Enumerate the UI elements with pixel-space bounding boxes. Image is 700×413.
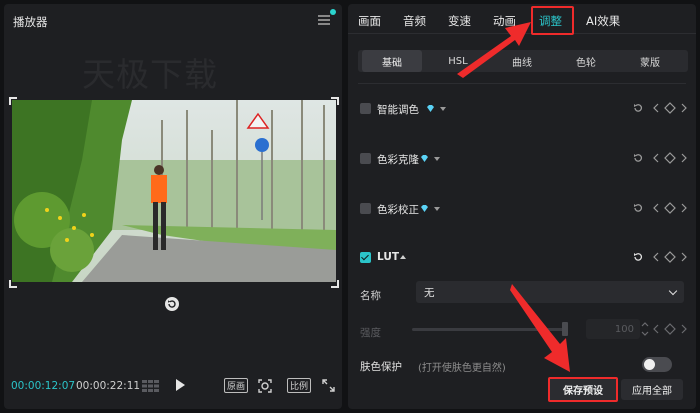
apply-all-button[interactable]: 应用全部 — [621, 379, 683, 400]
keyframe-icon[interactable] — [653, 102, 687, 114]
label-color-clone: 色彩克隆 — [377, 154, 419, 166]
chevron-down-icon[interactable] — [434, 157, 440, 161]
skin-protect-hint: (打开使肤色更自然) — [418, 363, 506, 374]
play-icon[interactable] — [176, 379, 185, 391]
watermark-text: 天极下载 — [82, 55, 218, 94]
subtab-basic[interactable]: 基础 — [362, 50, 422, 72]
crop-corner-bl[interactable] — [9, 280, 17, 288]
label-color-correct: 色彩校正 — [377, 204, 419, 216]
reset-icon[interactable] — [632, 102, 644, 114]
menu-icon[interactable] — [318, 15, 330, 25]
skin-protect-label: 肤色保护 — [360, 361, 402, 373]
strength-input[interactable]: 100 — [586, 319, 640, 339]
tab-ai-effects[interactable]: AI效果 — [586, 13, 620, 29]
crop-corner-tl[interactable] — [9, 97, 17, 105]
row-smart-color: 智能调色 — [360, 100, 687, 118]
player-controls: 00:00:12:07 00:00:22:11 原画 比例 — [4, 374, 342, 400]
diamond-icon — [427, 105, 434, 112]
checkbox-lut[interactable] — [360, 252, 371, 263]
editor-window: 播放器 天极下载 00:00:12:07 00:00:22:11 原画 比例 画… — [0, 0, 700, 413]
divider — [358, 83, 686, 84]
timecode-total: 00:00:22:11 — [76, 380, 141, 392]
checkbox-color-clone[interactable] — [360, 153, 371, 164]
timecode-current: 00:00:12:07 — [11, 380, 76, 392]
lut-name-value: 无 — [424, 287, 435, 299]
chevron-down-icon — [668, 286, 678, 296]
tab-audio[interactable]: 音频 — [403, 13, 426, 29]
notification-dot — [330, 9, 336, 15]
player-panel: 播放器 天极下载 00:00:12:07 00:00:22:11 原画 比例 — [4, 4, 342, 409]
row-lut: LUT — [360, 249, 687, 267]
lut-name-label: 名称 — [360, 290, 381, 302]
checkbox-color-correct[interactable] — [360, 203, 371, 214]
annotation-arrow — [457, 22, 531, 78]
rotate-icon[interactable] — [165, 297, 179, 311]
diamond-icon — [421, 205, 428, 212]
keyframe-icon[interactable] — [653, 323, 687, 335]
keyframe-icon[interactable] — [653, 202, 687, 214]
row-color-correct: 色彩校正 — [360, 200, 687, 218]
focus-icon[interactable] — [258, 379, 272, 393]
strength-stepper[interactable] — [640, 320, 650, 338]
diamond-icon — [421, 155, 428, 162]
player-title: 播放器 — [13, 15, 48, 29]
label-lut: LUT — [377, 251, 400, 263]
highlight-box-tab — [531, 6, 574, 35]
reset-icon[interactable] — [632, 202, 644, 214]
keyframe-icon[interactable] — [653, 152, 687, 164]
skin-protect-toggle[interactable] — [642, 357, 672, 372]
chevron-up-icon[interactable] — [400, 255, 406, 259]
reset-icon[interactable] — [632, 251, 644, 263]
grid-icon[interactable] — [142, 380, 160, 392]
fullscreen-icon[interactable] — [322, 379, 335, 392]
row-color-clone: 色彩克隆 — [360, 150, 687, 168]
keyframe-icon[interactable] — [653, 251, 687, 263]
original-button[interactable]: 原画 — [224, 378, 248, 393]
chevron-down-icon[interactable] — [440, 107, 446, 111]
save-preset-button[interactable]: 保存预设 — [548, 377, 618, 402]
subtab-mask[interactable]: 蒙版 — [620, 50, 680, 72]
subtab-color-wheel[interactable]: 色轮 — [556, 50, 616, 72]
crop-corner-tr[interactable] — [331, 97, 339, 105]
annotation-arrow — [510, 284, 570, 372]
reset-icon[interactable] — [632, 152, 644, 164]
checkbox-smart-color[interactable] — [360, 103, 371, 114]
chevron-down-icon[interactable] — [434, 207, 440, 211]
video-preview[interactable] — [12, 100, 336, 282]
ratio-button[interactable]: 比例 — [287, 378, 311, 393]
tab-picture[interactable]: 画面 — [358, 13, 381, 29]
crop-corner-br[interactable] — [331, 280, 339, 288]
strength-label: 强度 — [360, 327, 381, 339]
label-smart-color: 智能调色 — [377, 104, 419, 116]
